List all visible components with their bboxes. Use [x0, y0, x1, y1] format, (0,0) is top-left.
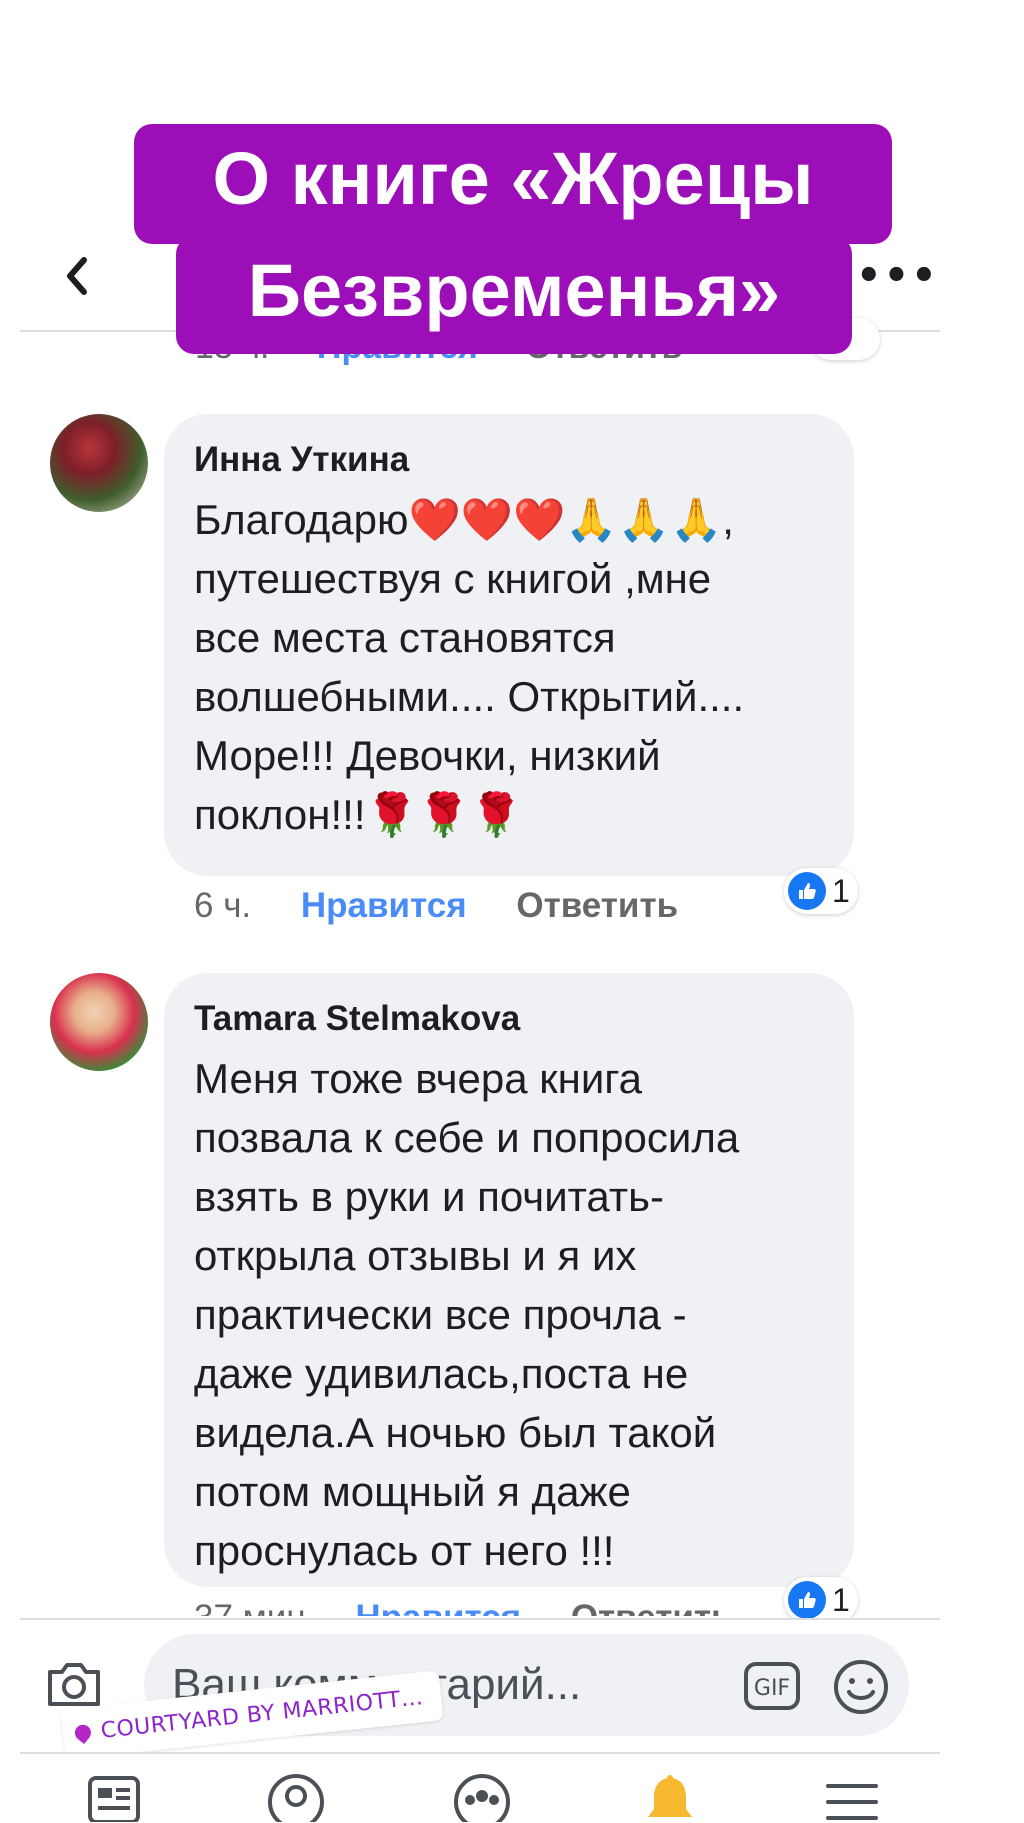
rose-emoji: 🌹🌹🌹: [365, 790, 523, 839]
comment-bubble: Tamara Stelmakova Меня тоже вчера книга …: [164, 973, 854, 1587]
like-link[interactable]: Нравится: [301, 886, 467, 925]
comment-text-part: Благодарю: [194, 496, 409, 543]
story-title-line-1: О книге «Жрецы: [134, 124, 892, 244]
avatar[interactable]: [50, 414, 148, 512]
notifications-bell-icon[interactable]: [640, 1772, 700, 1822]
comment-meta: 37 мин Нравится Ответить: [194, 1598, 733, 1616]
story-title-line-2: Безвременья»: [176, 236, 852, 354]
reaction-badge[interactable]: 1: [784, 1577, 858, 1623]
reaction-badge[interactable]: 1: [784, 868, 858, 914]
avatar[interactable]: [50, 973, 148, 1071]
comment-text-part: , путешествуя с книгой ,мне все места ст…: [194, 496, 745, 838]
reply-link[interactable]: Ответить: [516, 886, 678, 925]
chevron-left-icon[interactable]: [58, 246, 98, 306]
comment-time: 6 ч.: [194, 886, 252, 925]
groups-icon[interactable]: [452, 1772, 512, 1822]
menu-icon[interactable]: [822, 1772, 882, 1822]
comment-bubble: Инна Уткина Благодарю❤️❤️❤️🙏🙏🙏, путешест…: [164, 414, 854, 876]
reaction-count: 1: [832, 1581, 850, 1618]
comment-text: Меня тоже вчера книга позвала к себе и п…: [194, 1055, 740, 1574]
smiley-icon[interactable]: [832, 1658, 890, 1716]
more-dots-icon[interactable]: •••: [856, 253, 939, 299]
location-pin-icon: [71, 1721, 95, 1745]
news-feed-icon[interactable]: [84, 1772, 144, 1822]
comment-meta: 6 ч. Нравится Ответить: [194, 886, 678, 926]
comment-author[interactable]: Инна Уткина: [194, 440, 824, 480]
svg-text:GIF: GIF: [754, 1676, 790, 1701]
camera-icon[interactable]: [44, 1656, 104, 1712]
comment-time: 37 мин: [194, 1598, 306, 1616]
comment-text: Благодарю❤️❤️❤️🙏🙏🙏, путешествуя с книгой…: [194, 490, 824, 844]
profile-icon[interactable]: [266, 1772, 326, 1822]
like-link[interactable]: Нравится: [355, 1598, 521, 1616]
reaction-count: 1: [832, 872, 850, 909]
thumbs-up-icon: [788, 872, 826, 910]
gif-icon[interactable]: GIF: [742, 1658, 802, 1714]
thumbs-up-icon: [788, 1581, 826, 1619]
heart-pray-emoji: ❤️❤️❤️🙏🙏🙏: [408, 495, 723, 544]
comment-author[interactable]: Tamara Stelmakova: [194, 999, 824, 1039]
reply-link[interactable]: Ответить: [571, 1598, 733, 1616]
